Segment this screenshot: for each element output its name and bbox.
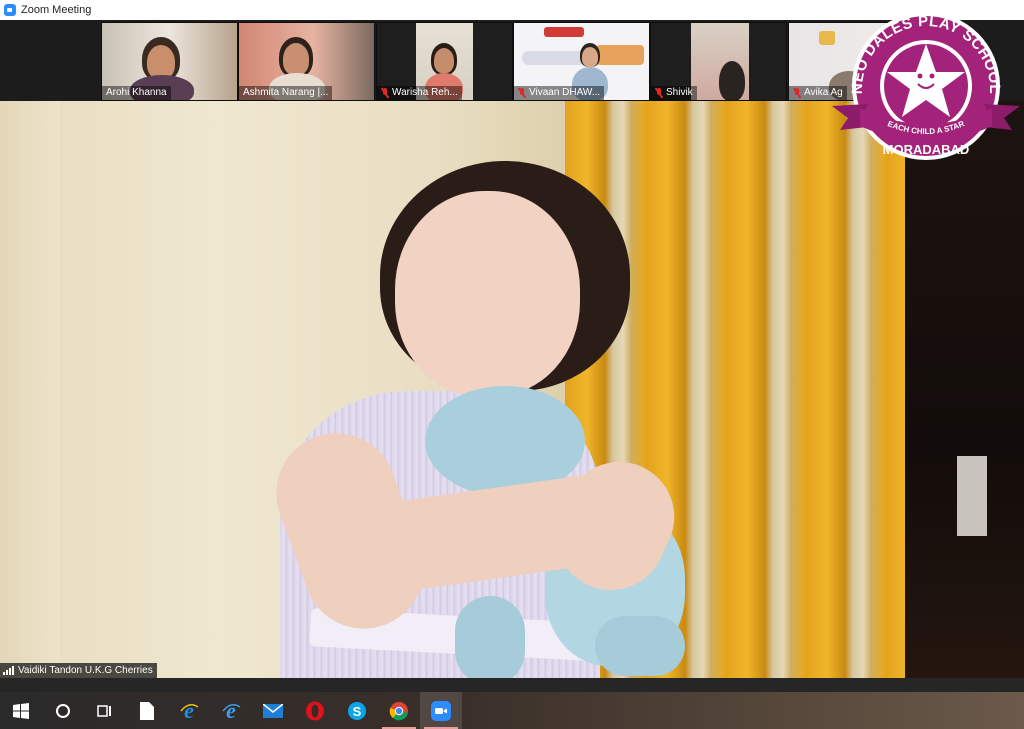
participant-name: Shivik <box>651 86 697 100</box>
svg-text:e: e <box>226 701 236 721</box>
svg-text:S: S <box>353 704 362 719</box>
signal-strength-icon <box>3 666 14 675</box>
zoom-app-icon <box>4 4 16 16</box>
zoom-icon[interactable] <box>420 692 462 729</box>
active-speaker-label: Vaidiki Tandon U.K.G Cherries <box>0 663 157 678</box>
logo-city: MORADABAD <box>883 142 970 157</box>
skype-icon[interactable]: S <box>336 692 378 729</box>
participant-tile[interactable]: Arohi Khanna <box>101 22 238 101</box>
chrome-icon[interactable] <box>378 692 420 729</box>
svg-text:e: e <box>184 701 194 721</box>
windows-taskbar: e e S <box>0 692 1024 729</box>
muted-mic-icon <box>518 87 526 98</box>
active-speaker-video[interactable] <box>0 101 1024 678</box>
participant-name: Ashmita Narang |... <box>239 86 333 100</box>
opera-icon[interactable] <box>294 692 336 729</box>
window-title: Zoom Meeting <box>21 4 92 16</box>
school-logo: NEO DALES PLAY SCHOOL EACH CHILD A STAR … <box>832 12 1020 160</box>
participant-tile[interactable]: Vivaan DHAW... <box>513 22 650 101</box>
internet-explorer-icon[interactable]: e <box>210 692 252 729</box>
windows-start-icon[interactable] <box>0 692 42 729</box>
task-view-icon[interactable] <box>84 692 126 729</box>
muted-mic-icon <box>655 87 663 98</box>
muted-mic-icon <box>381 87 389 98</box>
muted-mic-icon <box>793 87 801 98</box>
file-icon[interactable] <box>126 692 168 729</box>
internet-explorer-icon[interactable]: e <box>168 692 210 729</box>
mail-icon[interactable] <box>252 692 294 729</box>
participant-name: Arohi Khanna <box>102 86 171 100</box>
participant-name: Warisha Reh... <box>377 86 462 100</box>
participant-name: Vivaan DHAW... <box>514 86 605 100</box>
speaker-person <box>250 161 693 678</box>
participant-tile[interactable]: Warisha Reh... <box>376 22 513 101</box>
cortana-search-icon[interactable] <box>42 692 84 729</box>
participant-tile[interactable]: Ashmita Narang |... <box>238 22 375 101</box>
participant-tile[interactable]: Shivik <box>650 22 787 101</box>
